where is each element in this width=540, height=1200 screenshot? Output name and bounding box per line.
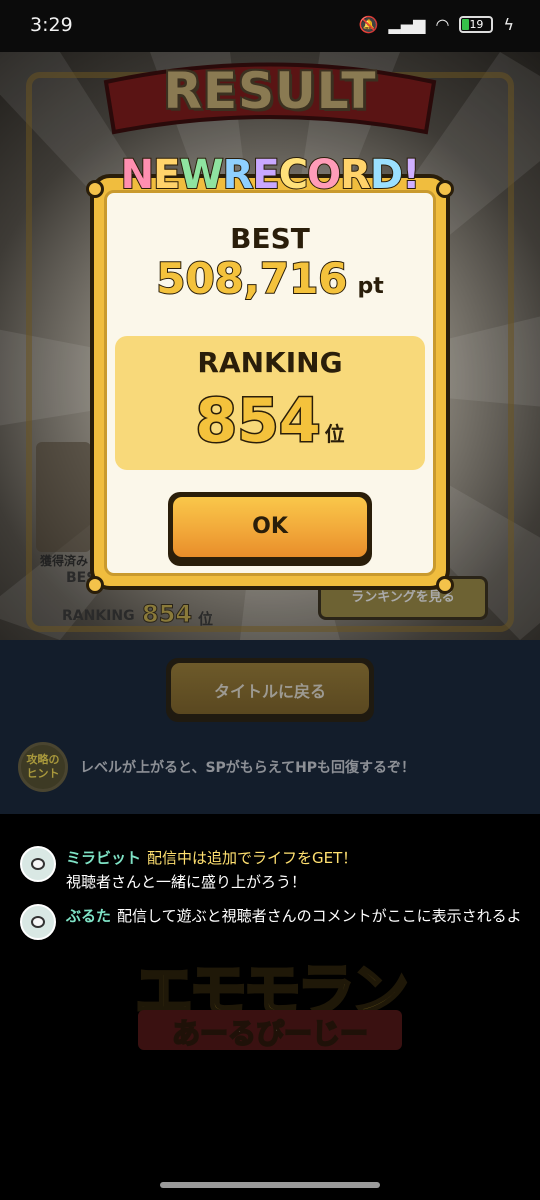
best-score: 508,716 pt — [0, 253, 540, 304]
comment-item: ミラビット 配信中は追加でライフをGET！ 視聴者さんと一緒に盛り上がろう！ — [20, 846, 357, 894]
comment-message: 視聴者さんと一緒に盛り上がろう！ — [66, 873, 307, 891]
ranking-panel: RANKING 854 位 — [115, 336, 425, 470]
hint-text: レベルが上がると、SPがもらえてHPも回復するぞ！ — [80, 760, 416, 776]
hint-badge-icon: 攻略の ヒント — [18, 742, 68, 792]
banner-letter: R — [222, 151, 255, 199]
ranking-value: 854 — [194, 385, 322, 458]
comment-author: ミラビット — [66, 849, 142, 867]
banner-letter: D — [369, 151, 404, 199]
best-score-unit: pt — [357, 274, 384, 299]
logo-line2: あーるぴーじー — [171, 1016, 369, 1051]
status-bar: 3:29 🔕 ▂▄▆ ◠ 19 ϟ — [0, 0, 540, 52]
mute-icon: 🔕 — [358, 15, 379, 34]
clock: 3:29 — [30, 14, 73, 36]
banner-letter: N — [120, 151, 156, 199]
battery-icon: 19 — [459, 16, 494, 33]
corner-ornament — [436, 576, 454, 594]
banner-letter: E — [251, 151, 280, 199]
new-record-banner: NEWRECORD! — [0, 151, 540, 199]
comment-message: 配信して遊ぶと視聴者さんのコメントがここに表示されるよ — [117, 907, 522, 925]
back-to-title-label: タイトルに戻る — [213, 682, 326, 701]
comment-author: ぶるた — [66, 907, 112, 925]
back-to-title-button[interactable]: タイトルに戻る — [166, 658, 374, 722]
banner-letter: O — [306, 151, 342, 199]
corner-ornament — [86, 576, 104, 594]
result-title: RESULT — [163, 62, 377, 120]
ranking-value-row: 854 位 — [115, 385, 425, 458]
game-logo: エモモラン あーるぴーじー — [120, 944, 420, 1054]
banner-letter: C — [278, 151, 309, 199]
banner-letter: W — [178, 151, 224, 199]
charging-icon: ϟ — [503, 15, 514, 34]
banner-letter: E — [152, 151, 181, 199]
wifi-icon: ◠ — [435, 15, 450, 34]
banner-letter: R — [339, 151, 372, 199]
battery-level: 19 — [469, 18, 484, 31]
ranking-label: RANKING — [197, 346, 343, 379]
signal-icon: ▂▄▆ — [388, 15, 426, 34]
comment-item: ぶるた 配信して遊ぶと視聴者さんのコメントがここに表示されるよ — [20, 904, 522, 940]
bg-ranking-label: RANKING — [62, 608, 135, 624]
ok-button[interactable]: OK — [168, 492, 372, 566]
best-score-value: 508,716 — [155, 253, 348, 304]
reward-slot — [36, 442, 91, 552]
best-label: BEST — [230, 222, 310, 255]
bg-ranking-unit: 位 — [198, 610, 214, 628]
owned-label: 獲得済み — [40, 554, 89, 568]
ranking-unit: 位 — [324, 422, 345, 446]
gesture-nav-bar[interactable] — [160, 1182, 380, 1188]
banner-letter: ! — [401, 151, 421, 199]
sloth-avatar-icon — [20, 904, 56, 940]
status-icons: 🔕 ▂▄▆ ◠ 19 ϟ — [359, 15, 514, 34]
ok-button-label: OK — [252, 514, 288, 539]
bg-ranking-value: 854 — [141, 600, 193, 629]
rabbit-avatar-icon — [20, 846, 56, 882]
hint-badge-label: 攻略の ヒント — [26, 753, 60, 780]
comment-highlight: 配信中は追加でライフをGET！ — [147, 849, 358, 867]
